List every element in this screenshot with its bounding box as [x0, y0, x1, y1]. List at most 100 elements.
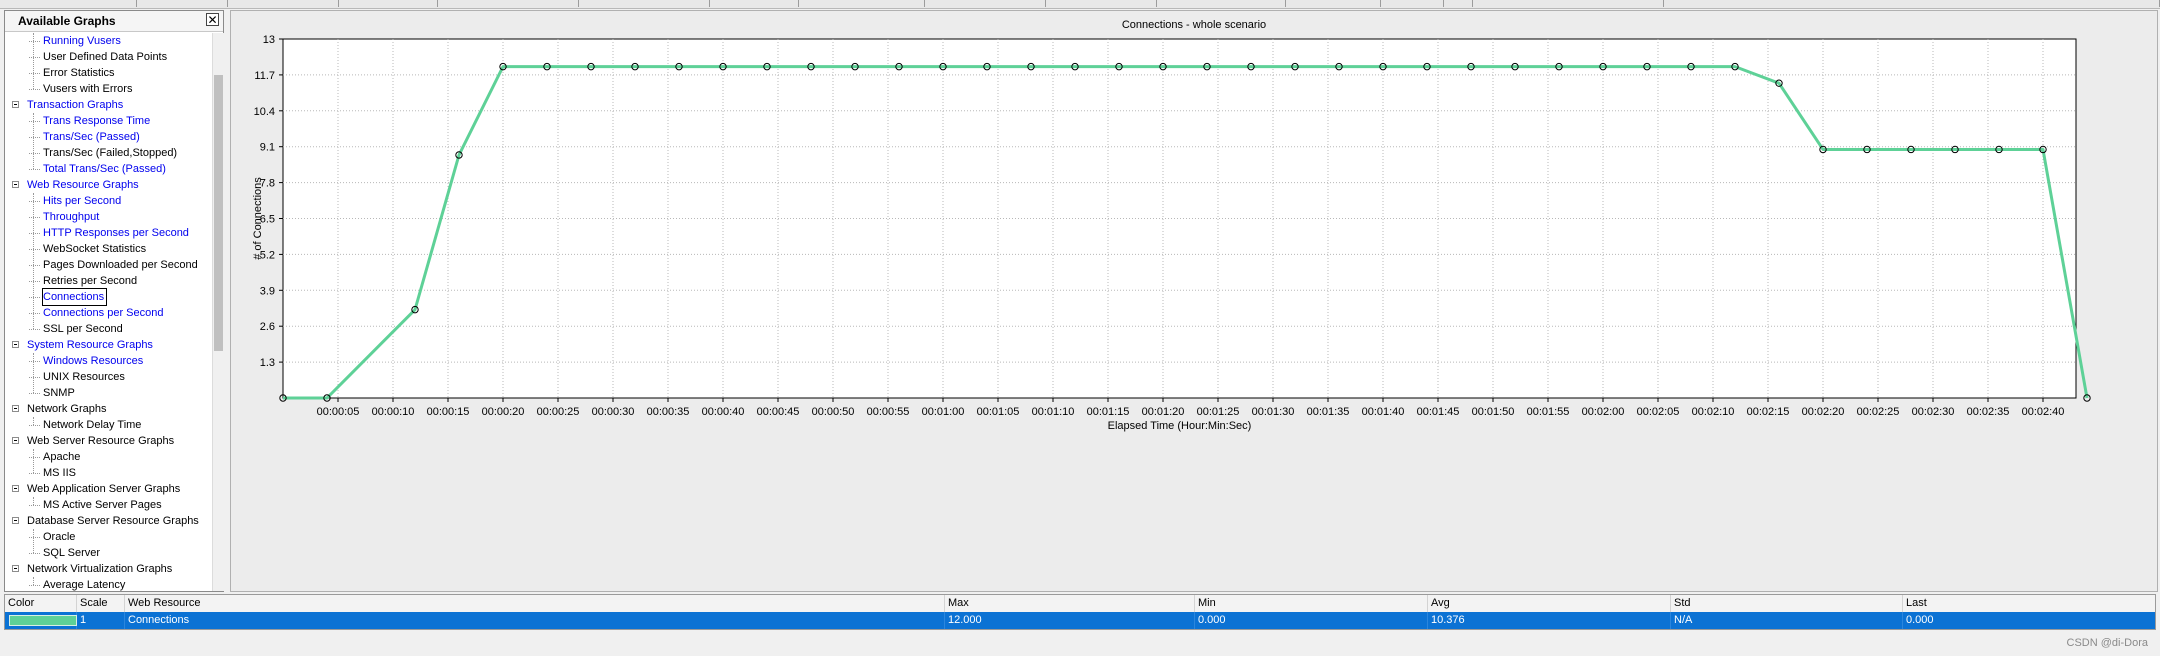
tab[interactable] [339, 0, 438, 7]
y-axis-label: # of Connections [252, 177, 264, 260]
collapse-icon[interactable] [12, 517, 19, 524]
tree-item-label: Trans/Sec (Passed) [43, 131, 140, 143]
x-tick-label: 00:02:35 [1967, 406, 2010, 418]
tree-item-label: Average Latency [43, 579, 126, 591]
legend-row-connections[interactable]: 1 Connections 12.000 0.000 10.376 N/A 0.… [5, 612, 2155, 629]
tree-item[interactable]: Vusers with Errors [5, 81, 211, 97]
legend-header-min[interactable]: Min [1195, 595, 1428, 612]
tree-item[interactable]: Trans/Sec (Failed,Stopped) [5, 145, 211, 161]
tree-category[interactable]: System Resource Graphs [5, 337, 211, 353]
tree-item[interactable]: Oracle [5, 529, 211, 545]
tab[interactable] [1286, 0, 1381, 7]
tab[interactable] [1664, 0, 2160, 7]
tab[interactable] [1444, 0, 1473, 7]
color-swatch[interactable] [9, 615, 77, 626]
x-tick-label: 00:00:50 [812, 406, 855, 418]
tab[interactable] [1381, 0, 1444, 7]
tree-connector [29, 201, 40, 202]
legend-header-std[interactable]: Std [1671, 595, 1903, 612]
tree-item-label: HTTP Responses per Second [43, 227, 189, 239]
legend-header-last[interactable]: Last [1903, 595, 2155, 612]
tree-item[interactable]: WebSocket Statistics [5, 241, 211, 257]
tree-item[interactable]: Total Trans/Sec (Passed) [5, 161, 211, 177]
tab[interactable] [1157, 0, 1286, 7]
available-graphs-panel: Available Graphs ✕ Running Vusers User De… [4, 10, 224, 592]
tree-item[interactable]: Trans Response Time [5, 113, 211, 129]
tab[interactable] [137, 0, 228, 7]
tree-item[interactable]: Throughput [5, 209, 211, 225]
tree-item[interactable]: Windows Resources [5, 353, 211, 369]
legend-header-color[interactable]: Color [5, 595, 77, 612]
tree-category[interactable]: Database Server Resource Graphs [5, 513, 211, 529]
tree-connector [29, 281, 40, 282]
tree-category[interactable]: Transaction Graphs [5, 97, 211, 113]
tree-category[interactable]: Network Virtualization Graphs [5, 561, 211, 577]
scrollbar-thumb[interactable] [214, 75, 223, 351]
tree-item[interactable]: Network Delay Time [5, 417, 211, 433]
legend-header-max[interactable]: Max [945, 595, 1195, 612]
collapse-icon[interactable] [12, 181, 19, 188]
legend-header-scale[interactable]: Scale [77, 595, 125, 612]
tree-item[interactable]: Running Vusers [5, 33, 211, 49]
tree-category[interactable]: Web Resource Graphs [5, 177, 211, 193]
tree-item[interactable]: Hits per Second [5, 193, 211, 209]
legend-max-value: 12.000 [945, 612, 1195, 629]
tree-item[interactable]: Error Statistics [5, 65, 211, 81]
tree-category[interactable]: Web Server Resource Graphs [5, 433, 211, 449]
tree-item[interactable]: Retries per Second [5, 273, 211, 289]
legend-header-resource[interactable]: Web Resource [125, 595, 945, 612]
tab[interactable] [710, 0, 799, 7]
tree-item-label: SQL Server [43, 547, 101, 559]
tab[interactable] [579, 0, 710, 7]
tab[interactable] [0, 0, 137, 7]
tree-item[interactable]: Trans/Sec (Passed) [5, 129, 211, 145]
x-axis-label: Elapsed Time (Hour:Min:Sec) [1108, 420, 1252, 432]
tree-item-label: SNMP [43, 387, 75, 399]
tree-item-label: Retries per Second [43, 275, 138, 287]
tree-item[interactable]: SNMP [5, 385, 211, 401]
tab[interactable] [228, 0, 339, 7]
tree-item[interactable]: SSL per Second [5, 321, 211, 337]
tree-item-label: Web Application Server Graphs [27, 483, 181, 495]
tree-item[interactable]: Connections per Second [5, 305, 211, 321]
collapse-icon[interactable] [12, 485, 19, 492]
x-tick-label: 00:02:20 [1802, 406, 1845, 418]
tree-item[interactable]: SQL Server [5, 545, 211, 561]
tree-category[interactable]: Network Graphs [5, 401, 211, 417]
tree-item[interactable]: Connections [5, 288, 211, 306]
tree-item[interactable]: MS Active Server Pages [5, 497, 211, 513]
tab[interactable] [1046, 0, 1157, 7]
tab[interactable] [438, 0, 579, 7]
collapse-icon[interactable] [12, 405, 19, 412]
legend-header-avg[interactable]: Avg [1428, 595, 1671, 612]
tree-item-label: System Resource Graphs [27, 339, 153, 351]
collapse-icon[interactable] [12, 565, 19, 572]
tree-item[interactable]: MS IIS [5, 465, 211, 481]
collapse-icon[interactable] [12, 341, 19, 348]
y-tick-label: 13 [263, 34, 275, 46]
tree-connector [29, 233, 40, 234]
tab[interactable] [925, 0, 1046, 7]
tab[interactable] [799, 0, 925, 7]
tree-item-label: User Defined Data Points [43, 51, 168, 63]
close-icon[interactable]: ✕ [206, 13, 219, 26]
tree-item[interactable]: Apache [5, 449, 211, 465]
collapse-icon[interactable] [12, 437, 19, 444]
tree-item-label: Vusers with Errors [43, 83, 133, 95]
tree-scrollbar[interactable] [212, 33, 224, 591]
tree-item[interactable]: HTTP Responses per Second [5, 225, 211, 241]
panel-title: Available Graphs [18, 14, 116, 28]
tree-item-label: WebSocket Statistics [43, 243, 147, 255]
tree-item[interactable]: Pages Downloaded per Second [5, 257, 211, 273]
x-tick-label: 00:01:40 [1362, 406, 1405, 418]
tree-item-label: Error Statistics [43, 67, 115, 79]
tree-item[interactable]: User Defined Data Points [5, 49, 211, 65]
tree-item[interactable]: Average Latency [5, 577, 211, 591]
tree-item[interactable]: UNIX Resources [5, 369, 211, 385]
tab[interactable] [1473, 0, 1664, 7]
tree-item-label: Connections per Second [43, 307, 164, 319]
collapse-icon[interactable] [12, 101, 19, 108]
legend-color-cell [5, 612, 77, 629]
tree-connector [29, 393, 40, 394]
tree-category[interactable]: Web Application Server Graphs [5, 481, 211, 497]
